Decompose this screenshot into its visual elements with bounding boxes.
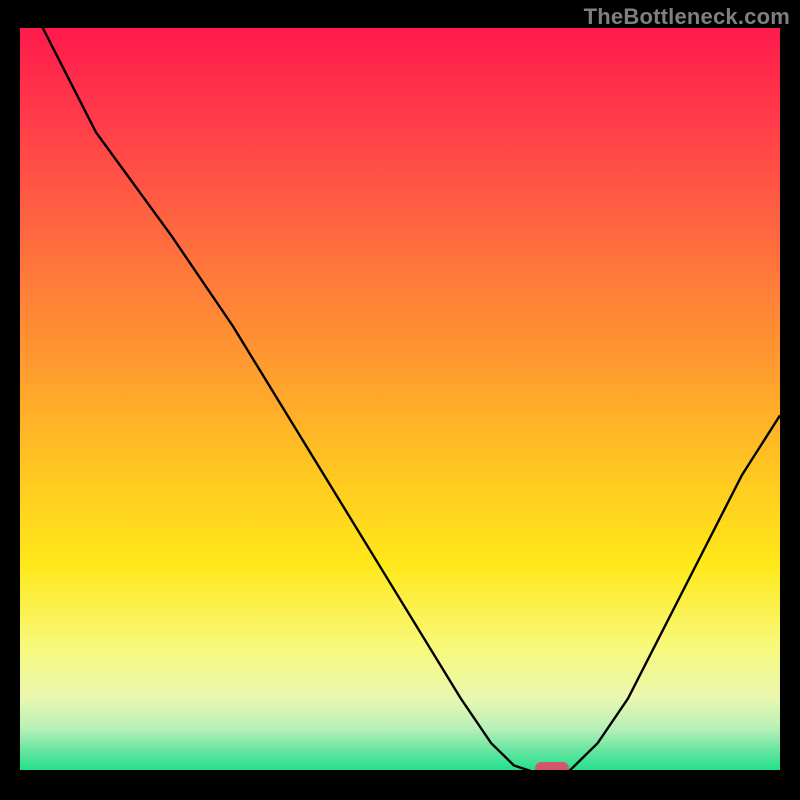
plot-area — [20, 28, 780, 773]
chart-frame: TheBottleneck.com — [0, 0, 800, 800]
baseline — [20, 770, 780, 773]
chart-svg — [20, 28, 780, 773]
chart-background — [20, 28, 780, 773]
watermark-text: TheBottleneck.com — [584, 4, 790, 30]
